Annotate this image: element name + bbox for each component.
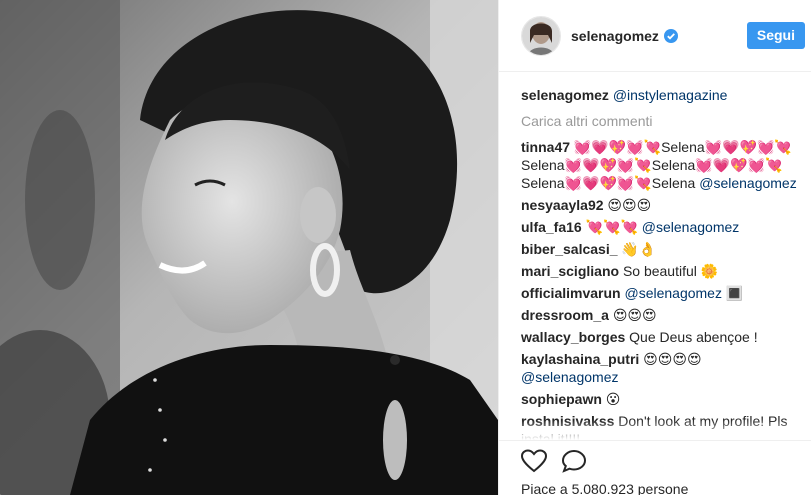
comment-row: sophiepawn 😮: [521, 390, 797, 408]
action-icons: [520, 441, 811, 485]
comment-row: dressroom_a 😍😍😍: [521, 306, 797, 324]
avatar[interactable]: [521, 15, 561, 56]
username-link[interactable]: selenagomez: [571, 28, 659, 44]
comment-username[interactable]: kaylashaina_putri: [521, 351, 639, 367]
comment-username[interactable]: ulfa_fa16: [521, 219, 582, 235]
post-sidebar: selenagomez Segui selenagomez @instylema…: [499, 0, 811, 495]
avatar-image: [522, 16, 560, 55]
comments-list: selenagomez @instylemagazine Carica altr…: [499, 72, 811, 448]
comment-mention[interactable]: @selenagomez: [521, 369, 619, 385]
comment-username[interactable]: officialimvarun: [521, 285, 621, 301]
comment-row: biber_salcasi_ 👋👌: [521, 240, 797, 258]
likes-count[interactable]: Piace a 5.080.923 persone: [521, 481, 811, 495]
post-header: selenagomez Segui: [499, 0, 811, 72]
heart-icon[interactable]: [520, 448, 548, 478]
comment-mention[interactable]: @selenagomez: [642, 219, 740, 235]
comment-text: 👋👌: [621, 241, 657, 257]
comment-text: 💘💘💘: [585, 219, 638, 235]
follow-button[interactable]: Segui: [746, 22, 805, 49]
comment-text: 😍😍😍: [612, 307, 657, 323]
comment-row: nesyaayla92 😍😍😍: [521, 196, 797, 214]
comment-text: 😮: [605, 391, 621, 407]
comments-fade: [499, 420, 811, 440]
comment-username[interactable]: dressroom_a: [521, 307, 609, 323]
caption-username[interactable]: selenagomez: [521, 87, 609, 103]
comment-username[interactable]: wallacy_borges: [521, 329, 625, 345]
comment-row: wallacy_borges Que Deus abençoe !: [521, 328, 797, 346]
comment-text: 😍😍😍😍: [643, 351, 702, 367]
comment-row: kaylashaina_putri 😍😍😍😍 @selenagomez: [521, 350, 797, 386]
comment-row: ulfa_fa16 💘💘💘 @selenagomez: [521, 218, 797, 236]
comment-username[interactable]: tinna47: [521, 139, 570, 155]
comment-text: So beautiful 🌼: [622, 263, 719, 279]
comment-mention[interactable]: @selenagomez: [699, 175, 797, 191]
comment-row: officialimvarun @selenagomez 🔳: [521, 284, 797, 302]
comment-text: 😍😍😍: [607, 197, 652, 213]
load-more-comments[interactable]: Carica altri commenti: [521, 112, 797, 130]
caption-mention[interactable]: @instylemagazine: [613, 87, 728, 103]
post-photo-image: [0, 0, 498, 495]
verified-badge-icon: [663, 28, 678, 43]
comment-icon[interactable]: [561, 449, 587, 478]
post-actions: Piace a 5.080.923 persone: [499, 440, 811, 495]
caption: selenagomez @instylemagazine: [521, 86, 797, 104]
comment-username[interactable]: biber_salcasi_: [521, 241, 618, 257]
comment-text: Que Deus abençoe !: [629, 329, 758, 345]
comment-row: tinna47 💓💗💖💓💘Selena💓💗💖💓💘Selena💓💗💖💓💘Selen…: [521, 138, 797, 192]
comment-mention[interactable]: @selenagomez 🔳: [624, 285, 743, 301]
instagram-post: selenagomez Segui selenagomez @instylema…: [0, 0, 811, 495]
comment-row: mari_scigliano So beautiful 🌼: [521, 262, 797, 280]
post-photo[interactable]: [0, 0, 499, 495]
comment-username[interactable]: mari_scigliano: [521, 263, 619, 279]
comment-container: tinna47 💓💗💖💓💘Selena💓💗💖💓💘Selena💓💗💖💓💘Selen…: [521, 138, 797, 448]
comment-username[interactable]: nesyaayla92: [521, 197, 604, 213]
comment-username[interactable]: sophiepawn: [521, 391, 602, 407]
